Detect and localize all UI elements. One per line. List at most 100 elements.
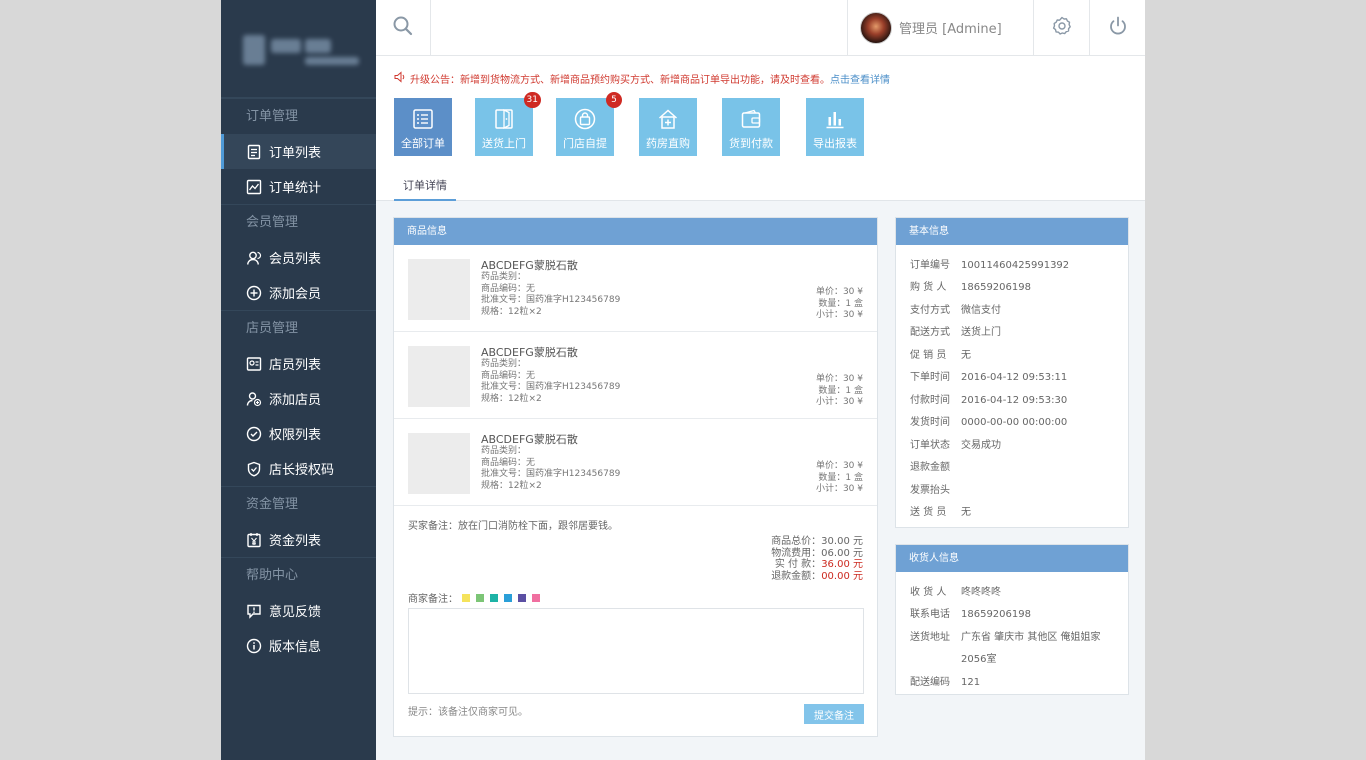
sidebar-item-label: 添加店员 bbox=[269, 393, 322, 408]
add-user-icon bbox=[246, 391, 262, 407]
info-row-ship-time: 发货时间 0000-00-00 00:00:00 bbox=[910, 417, 1068, 428]
tile-cash-on-delivery[interactable]: 货到付款 bbox=[722, 98, 780, 156]
refund-value: 00.00 元 bbox=[821, 570, 863, 582]
sidebar-item-manager-auth-code[interactable]: 店长授权码 bbox=[221, 451, 376, 486]
sidebar-item-feedback[interactable]: 意见反馈 bbox=[221, 593, 376, 628]
color-swatch-purple[interactable] bbox=[518, 593, 526, 602]
unit-price: 单价：30 ¥ bbox=[815, 461, 863, 471]
product-image bbox=[408, 433, 470, 494]
goods-card-title: 商品信息 bbox=[394, 218, 877, 245]
info-row-payment-time: 付款时间 2016-04-12 09:53:30 bbox=[910, 395, 1068, 406]
color-swatch-green[interactable] bbox=[476, 593, 484, 602]
notice-detail-link[interactable]: 点击查看详情 bbox=[830, 71, 890, 86]
info-row-address: 送货地址 广东省 肇庆市 其他区 俺姐姐家 bbox=[910, 632, 1101, 643]
section-title-help: 帮助中心 bbox=[221, 557, 376, 593]
product-code: 商品编码：无 bbox=[481, 370, 536, 381]
section-title-staff: 店员管理 bbox=[221, 310, 376, 346]
sidebar-item-version-info[interactable]: 版本信息 bbox=[221, 628, 376, 663]
trend-chart-icon bbox=[246, 179, 262, 195]
product-name: ABCDEFG蒙脱石散 bbox=[481, 346, 578, 359]
paid-amount-row: 实 付 款：36.00 元 bbox=[771, 559, 863, 571]
tile-home-delivery[interactable]: 送货上门 31 bbox=[475, 92, 541, 156]
info-row-order-status: 订单状态 交易成功 bbox=[910, 440, 1001, 451]
order-totals: 商品总价：30.00 元 物流费用：06.00 元 实 付 款：36.00 元 … bbox=[771, 536, 863, 582]
quantity: 数量：1 盒 bbox=[818, 385, 863, 396]
sidebar-item-order-stats[interactable]: 订单统计 bbox=[221, 169, 376, 204]
list-item: ABCDEFG蒙脱石散 药品类别： 商品编码：无 批准文号：国药准字H12345… bbox=[394, 245, 877, 332]
subtotal: 小计：30 ¥ bbox=[815, 397, 863, 407]
goods-info-card: 商品信息 ABCDEFG蒙脱石散 药品类别： 商品编码：无 批准文号：国药准字H… bbox=[393, 217, 878, 737]
staff-list-icon bbox=[246, 356, 262, 372]
info-row-order-time: 下单时间 2016-04-12 09:53:11 bbox=[910, 372, 1068, 383]
sidebar-item-funds-list[interactable]: 资金列表 bbox=[221, 522, 376, 557]
sidebar-item-staff-list[interactable]: 店员列表 bbox=[221, 346, 376, 381]
product-approval: 批准文号：国药准字H123456789 bbox=[481, 295, 621, 305]
bag-icon bbox=[574, 108, 596, 133]
tile-label: 门店自提 bbox=[563, 137, 607, 150]
info-row-address-line2: 2056室 bbox=[961, 654, 997, 665]
count-badge: 5 bbox=[606, 92, 622, 108]
pharmacy-icon bbox=[657, 108, 679, 133]
sidebar: 订单管理 订单列表 订单统计 会员管理 会员列表 添加会员 店员管理 店员列表 … bbox=[221, 0, 376, 760]
product-meta: 药品类别： 商品编码：无 批准文号：国药准字H123456789 规格：12粒×… bbox=[481, 359, 620, 405]
info-row-receiver: 收 货 人咚咚咚咚 bbox=[910, 587, 1001, 598]
goods-total: 商品总价：30.00 元 bbox=[771, 536, 863, 547]
sidebar-item-label: 权限列表 bbox=[269, 428, 322, 443]
info-row-courier: 送 货 员无 bbox=[910, 507, 971, 518]
sidebar-item-label: 版本信息 bbox=[269, 640, 322, 655]
sidebar-item-add-staff[interactable]: 添加店员 bbox=[221, 381, 376, 416]
tile-label: 送货上门 bbox=[482, 137, 526, 150]
remark-hint: 提示：该备注仅商家可见。 bbox=[408, 707, 528, 718]
sidebar-item-order-list[interactable]: 订单列表 bbox=[221, 134, 376, 169]
tile-store-pickup[interactable]: 门店自提 5 bbox=[556, 92, 622, 156]
notice-bar: 升级公告：新增到货物流方式、新增商品预约购买方式、新增商品订单导出功能，请及时查… bbox=[394, 71, 890, 86]
user-menu[interactable]: 管理员 [Admine] bbox=[847, 0, 1033, 55]
app-window: 订单管理 订单列表 订单统计 会员管理 会员列表 添加会员 店员管理 店员列表 … bbox=[221, 0, 1145, 760]
info-row-invoice-title: 发票抬头 bbox=[910, 485, 950, 496]
tab-order-detail[interactable]: 订单详情 bbox=[394, 176, 456, 201]
list-item: ABCDEFG蒙脱石散 药品类别： 商品编码：无 批准文号：国药准字H12345… bbox=[394, 332, 877, 419]
product-spec: 规格：12粒×2 bbox=[481, 393, 542, 404]
search-icon bbox=[392, 15, 414, 40]
info-row-promoter: 促 销 员无 bbox=[910, 350, 971, 361]
product-price: 单价：30 ¥ 数量：1 盒 小计：30 ¥ bbox=[816, 374, 863, 409]
list-item: ABCDEFG蒙脱石散 药品类别： 商品编码：无 批准文号：国药准字H12345… bbox=[394, 419, 877, 506]
submit-remark-button[interactable]: 提交备注 bbox=[804, 704, 864, 724]
unit-price: 单价：30 ¥ bbox=[815, 287, 863, 297]
color-swatch-blue[interactable] bbox=[504, 593, 512, 602]
paid-label: 实 付 款： bbox=[774, 559, 822, 570]
sidebar-item-add-member[interactable]: 添加会员 bbox=[221, 275, 376, 310]
sidebar-item-label: 资金列表 bbox=[269, 534, 322, 549]
permission-icon bbox=[246, 426, 262, 442]
sidebar-item-label: 意见反馈 bbox=[269, 605, 322, 620]
refund-label: 退款金额： bbox=[771, 570, 822, 582]
info-row-order-number: 订单编号 10011460425991392 bbox=[910, 260, 1070, 271]
product-category: 药品类别： bbox=[481, 446, 527, 456]
logout-button[interactable] bbox=[1089, 0, 1145, 55]
merchant-note-label: 商家备注： bbox=[408, 594, 458, 605]
user-name: 管理员 [Admine] bbox=[899, 22, 1002, 37]
product-image bbox=[408, 346, 470, 407]
notice-text: 升级公告：新增到货物流方式、新增商品预约购买方式、新增商品订单导出功能，请及时查… bbox=[410, 75, 830, 86]
sidebar-item-label: 订单统计 bbox=[269, 181, 322, 196]
sidebar-item-member-list[interactable]: 会员列表 bbox=[221, 240, 376, 275]
color-swatch-yellow[interactable] bbox=[462, 593, 470, 602]
color-swatch-teal[interactable] bbox=[490, 593, 498, 602]
sidebar-item-permissions[interactable]: 权限列表 bbox=[221, 416, 376, 451]
product-meta: 药品类别： 商品编码：无 批准文号：国药准字H123456789 规格：12粒×… bbox=[481, 446, 620, 492]
info-row-buyer: 购 货 人 18659206198 bbox=[910, 282, 1031, 293]
search-button[interactable] bbox=[376, 0, 431, 55]
color-swatch-pink[interactable] bbox=[532, 593, 540, 602]
product-category: 药品类别： bbox=[481, 272, 527, 282]
sidebar-item-label: 添加会员 bbox=[269, 287, 322, 302]
merchant-remark-input[interactable] bbox=[408, 608, 864, 694]
basic-info-card: 基本信息 订单编号 10011460425991392 购 货 人 18659206… bbox=[895, 217, 1129, 528]
settings-button[interactable] bbox=[1033, 0, 1089, 55]
info-row-delivery-method: 配送方式 送货上门 bbox=[910, 327, 1001, 338]
tile-all-orders[interactable]: 全部订单 bbox=[394, 98, 452, 156]
tile-pharmacy-purchase[interactable]: 药房直购 bbox=[639, 98, 697, 156]
tile-export-report[interactable]: 导出报表 bbox=[806, 98, 864, 156]
info-icon bbox=[246, 638, 262, 654]
paid-value: 36.00 元 bbox=[821, 559, 863, 570]
gear-icon bbox=[1051, 15, 1073, 40]
